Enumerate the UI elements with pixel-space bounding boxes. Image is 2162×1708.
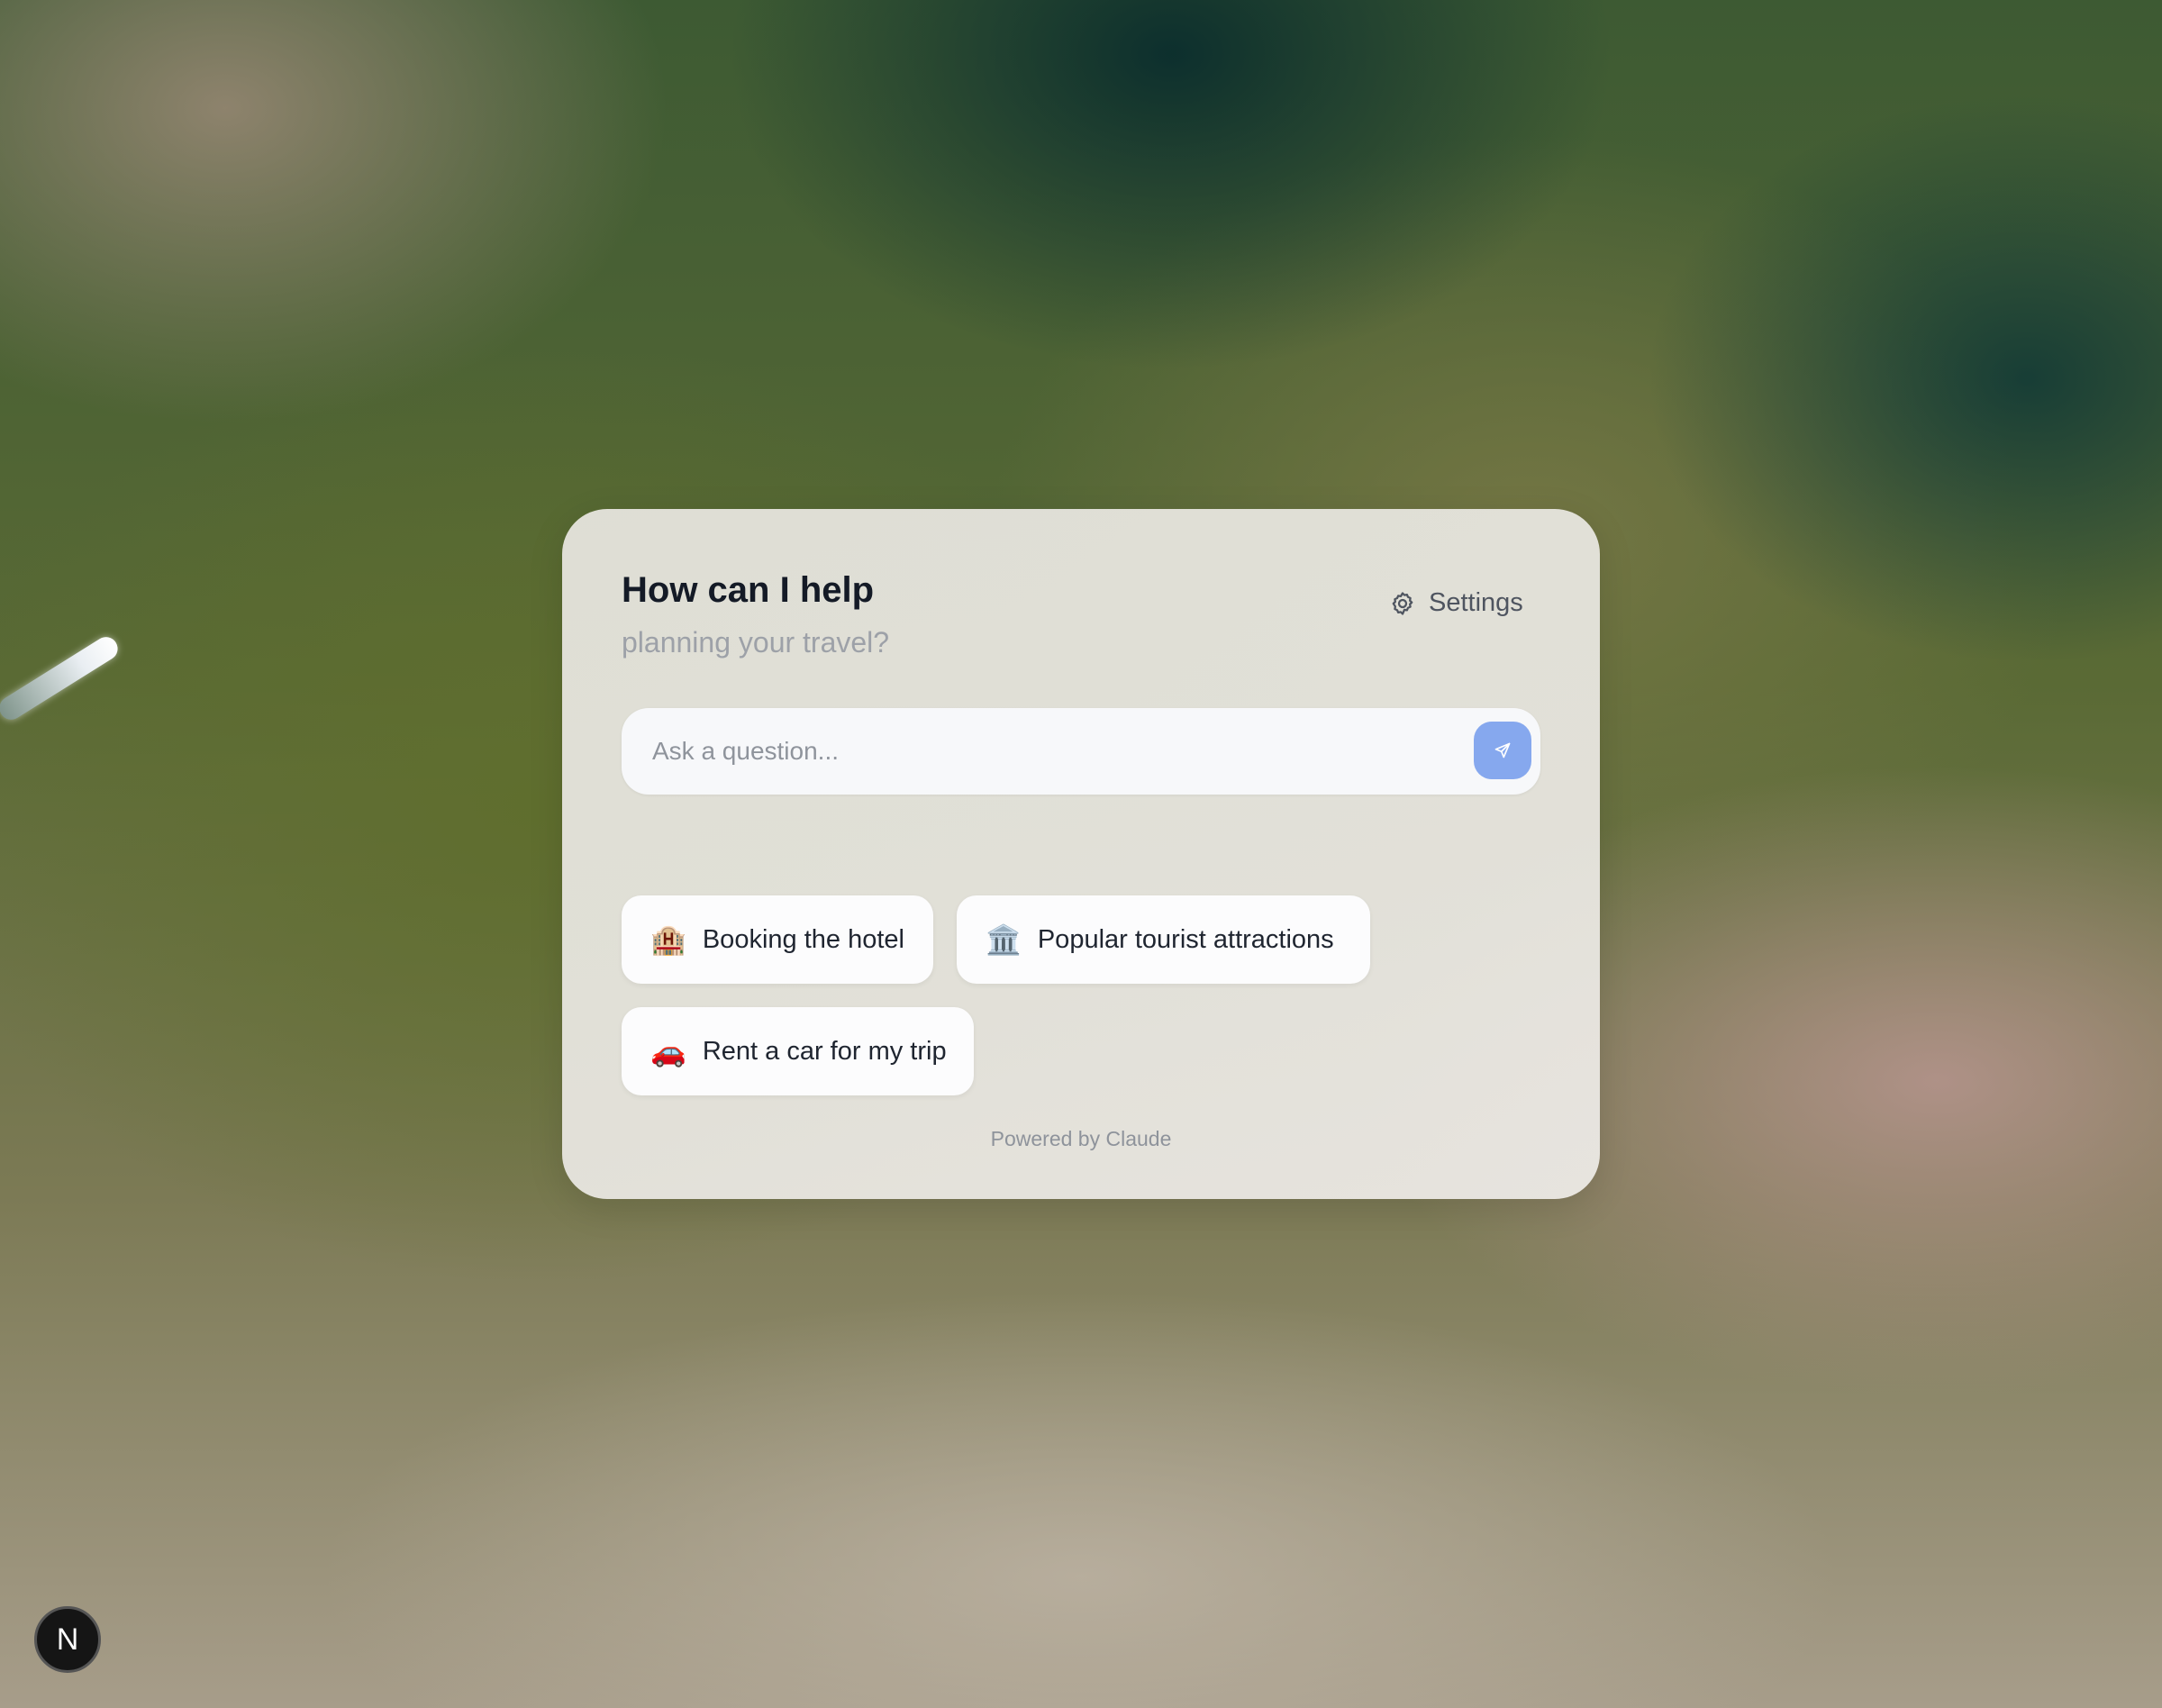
car-icon: 🚗 (650, 1034, 686, 1068)
suggestion-label: Popular tourist attractions (1037, 924, 1334, 954)
question-input[interactable] (652, 708, 1445, 795)
powered-by-footer: Powered by Claude (990, 1127, 1172, 1150)
page-subtitle: planning your travel? (622, 626, 890, 659)
page-title: How can I help (622, 570, 875, 610)
nextjs-dev-badge[interactable]: N (34, 1606, 101, 1673)
suggestion-label: Rent a car for my trip (702, 1036, 947, 1066)
search-box (622, 708, 1540, 795)
suggestion-label: Booking the hotel (702, 924, 904, 954)
send-button[interactable] (1474, 722, 1531, 779)
settings-button[interactable]: Settings (1380, 581, 1532, 625)
suggestion-tourist-attractions[interactable]: 🏛️ Popular tourist attractions (957, 895, 1370, 984)
settings-label: Settings (1429, 588, 1523, 617)
hotel-icon: 🏨 (650, 922, 686, 957)
suggestion-rent-car[interactable]: 🚗 Rent a car for my trip (622, 1007, 974, 1095)
gear-icon (1389, 590, 1416, 617)
assistant-card: How can I help planning your travel? Set… (562, 509, 1600, 1199)
suggestion-booking-hotel[interactable]: 🏨 Booking the hotel (622, 895, 933, 984)
classical-building-icon: 🏛️ (986, 922, 1022, 957)
send-icon (1494, 741, 1512, 759)
